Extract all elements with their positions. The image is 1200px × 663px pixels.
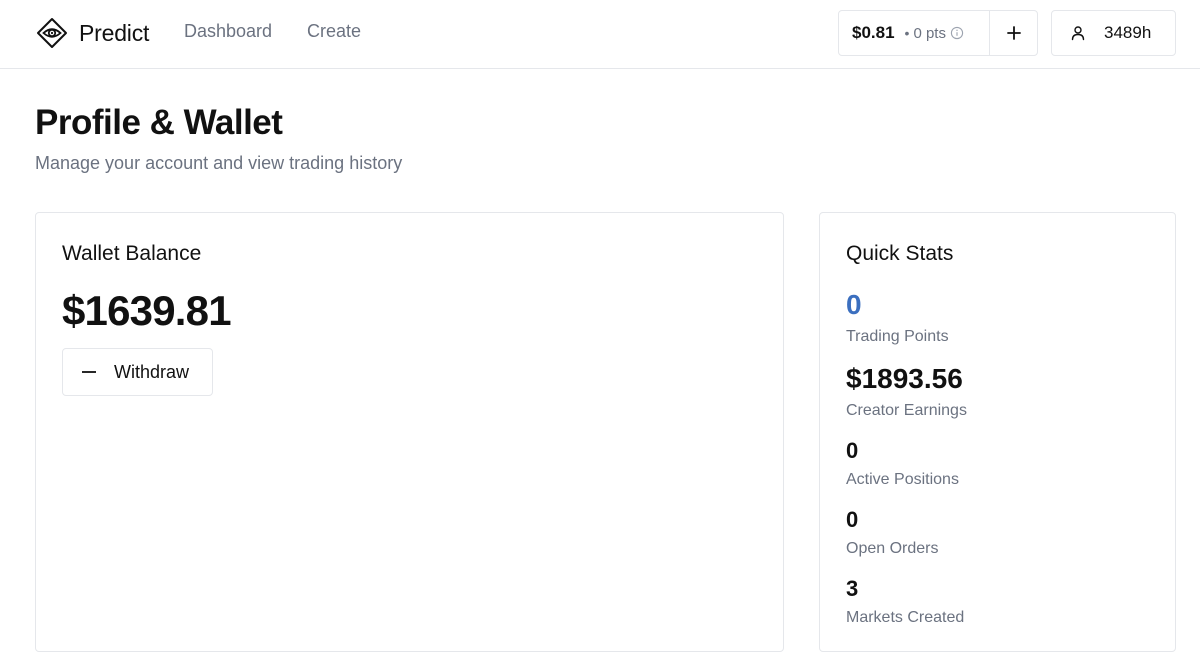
quick-stats-card: Quick Stats 0 Trading Points $1893.56 Cr…: [819, 212, 1176, 652]
nav-dashboard-link[interactable]: Dashboard: [184, 21, 272, 42]
nav-create-link[interactable]: Create: [307, 21, 361, 42]
brand-home-link[interactable]: Predict: [36, 16, 149, 50]
balance-widget: $0.81 • 0 pts: [838, 10, 1038, 56]
stat-creator-earnings: $1893.56 Creator Earnings: [846, 365, 967, 420]
page-title: Profile & Wallet: [35, 103, 283, 142]
stat-value: 0: [846, 438, 859, 463]
brand-name: Predict: [79, 19, 150, 46]
stat-label: Trading Points: [846, 328, 949, 345]
user-icon: [1071, 26, 1085, 41]
points-value: 0 pts: [913, 24, 946, 42]
withdraw-label: Withdraw: [114, 361, 190, 382]
balance-display[interactable]: $0.81 • 0 pts: [839, 11, 990, 55]
header-balance: $0.81: [852, 23, 895, 42]
stats-card-title: Quick Stats: [846, 242, 954, 265]
points-indicator: • 0 pts: [905, 25, 964, 42]
stat-value: 0: [846, 289, 862, 320]
top-navigation-bar: Predict Dashboard Create $0.81 • 0 pts 3…: [0, 0, 1200, 69]
eye-diamond-icon: [37, 18, 67, 48]
stat-label: Open Orders: [846, 540, 939, 557]
page-subtitle: Manage your account and view trading his…: [35, 153, 403, 173]
user-menu-button[interactable]: 3489h: [1051, 10, 1176, 56]
wallet-balance-amount: $1639.81: [62, 287, 232, 334]
minus-icon: [82, 371, 96, 373]
stat-open-orders: 0 Open Orders: [846, 509, 938, 558]
stat-trading-points: 0 Trading Points: [846, 291, 949, 346]
withdraw-button[interactable]: Withdraw: [62, 348, 213, 396]
wallet-balance-card: Wallet Balance $1639.81 Withdraw: [35, 212, 784, 652]
add-funds-button[interactable]: [990, 11, 1037, 55]
info-icon[interactable]: [950, 26, 964, 40]
user-name: 3489h: [1104, 23, 1152, 42]
stat-value: $1893.56: [846, 363, 963, 394]
stat-active-positions: 0 Active Positions: [846, 440, 959, 489]
stat-value: 0: [846, 507, 859, 532]
stat-markets-created: 3 Markets Created: [846, 578, 964, 627]
stat-label: Creator Earnings: [846, 402, 967, 419]
stat-label: Active Positions: [846, 471, 959, 488]
separator-dot: •: [904, 25, 910, 41]
stat-label: Markets Created: [846, 609, 965, 626]
wallet-card-title: Wallet Balance: [62, 242, 202, 265]
plus-icon: [1006, 26, 1021, 40]
stat-value: 3: [846, 576, 859, 601]
